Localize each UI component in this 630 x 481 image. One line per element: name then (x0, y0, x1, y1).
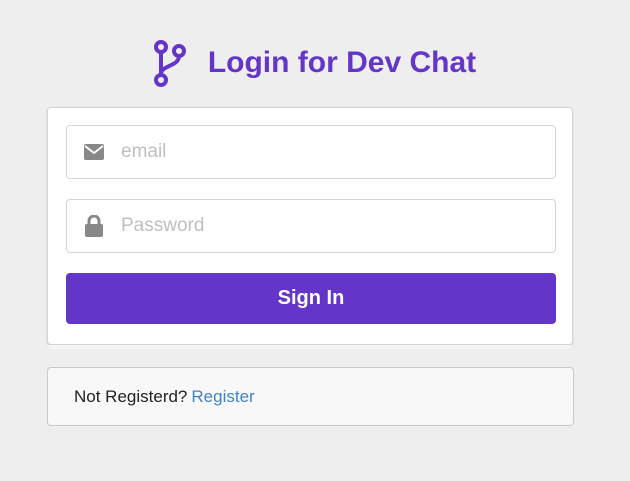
register-message: Not Registerd? Register (47, 367, 574, 426)
page-title: Login for Dev Chat (207, 46, 477, 79)
sign-in-button-label: Sign In (277, 287, 345, 309)
login-form: Sign In (47, 107, 573, 349)
register-link[interactable]: Register (191, 387, 254, 407)
sign-in-button[interactable]: Sign In (66, 273, 556, 324)
email-input[interactable] (121, 132, 521, 172)
code-branch-icon (152, 39, 188, 87)
login-page: Login for Dev Chat Sign In (0, 0, 630, 481)
password-field[interactable] (66, 199, 556, 253)
password-input[interactable] (121, 206, 521, 246)
email-field[interactable] (66, 125, 556, 179)
lock-icon (67, 200, 121, 252)
envelope-icon (67, 126, 121, 178)
register-prompt-text: Not Registerd? (74, 386, 188, 406)
page-header: Login for Dev Chat (0, 38, 630, 88)
